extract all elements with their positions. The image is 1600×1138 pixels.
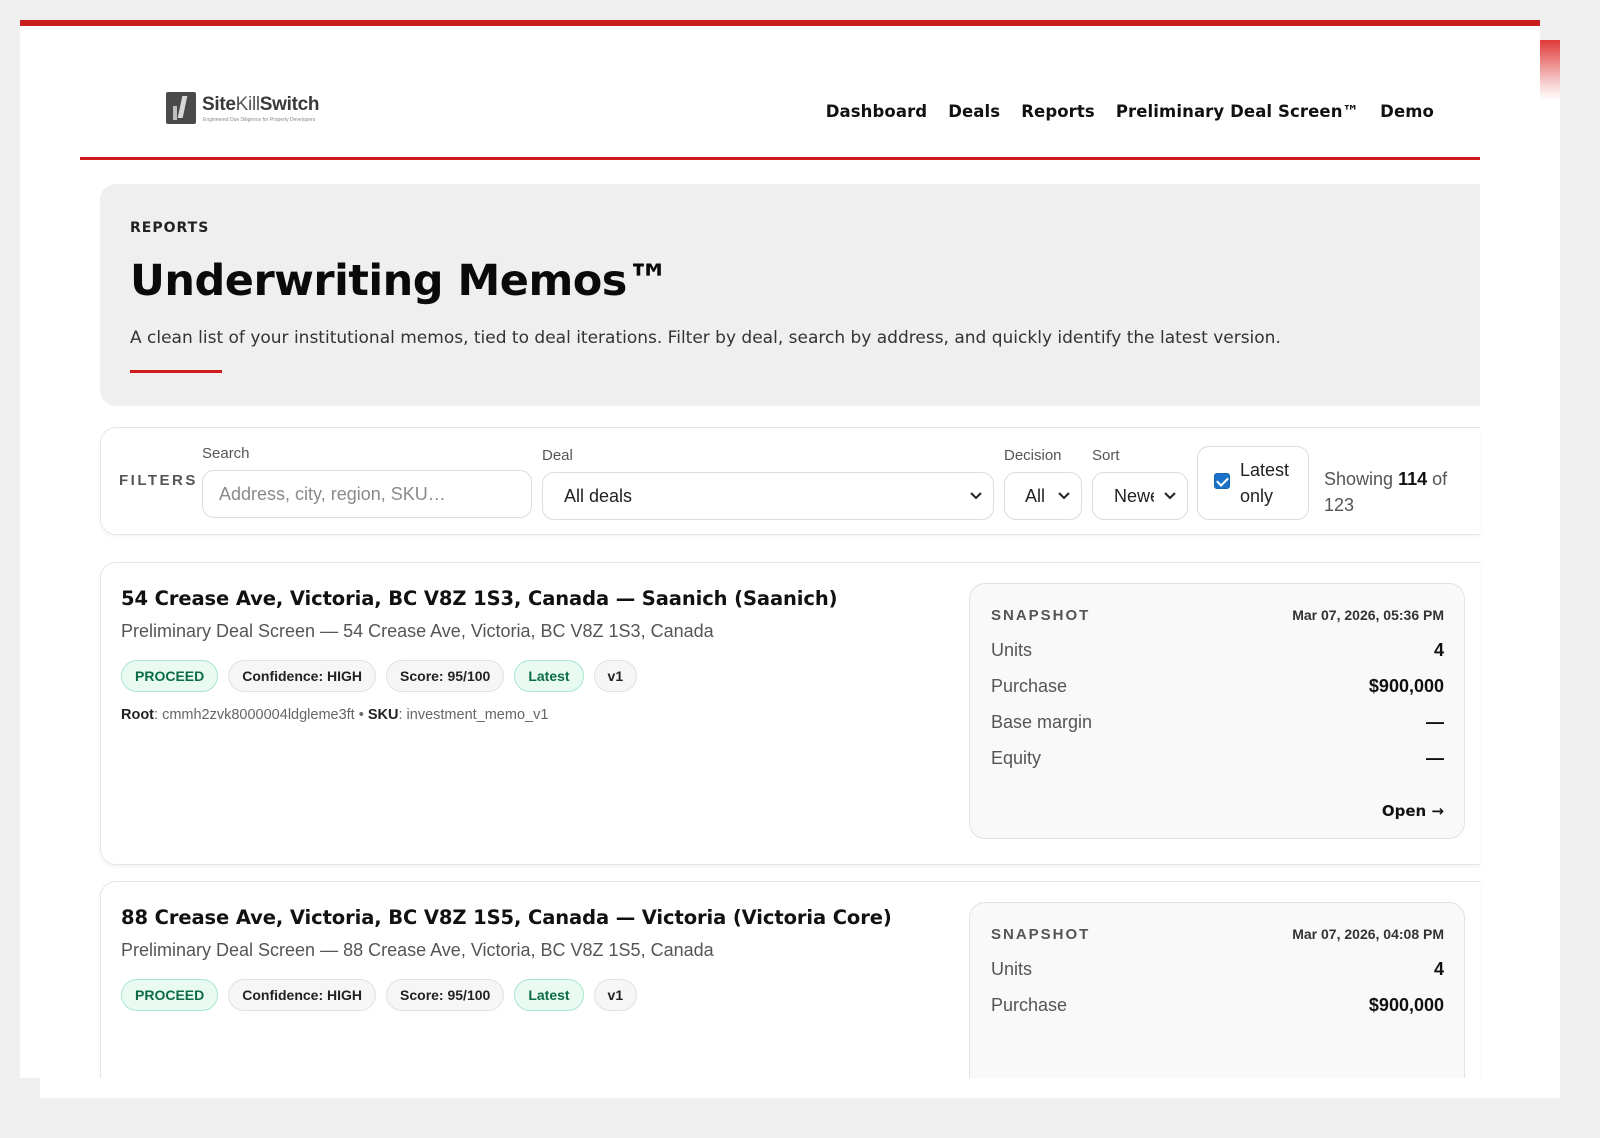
site-header: SiteKillSwitch Engineered Due Diligence … [80,78,1480,160]
nav-dashboard[interactable]: Dashboard [826,102,928,121]
page-title: Underwriting Memos™ [130,256,670,306]
decision-select-value: All [1025,485,1046,506]
nav-preliminary-deal-screen[interactable]: Preliminary Deal Screen™ [1116,102,1359,121]
score-badge: Score: 95/100 [386,979,505,1011]
page-window: SiteKillSwitch Engineered Due Diligence … [20,20,1540,1078]
confidence-badge: Confidence: HIGH [228,979,377,1011]
snapshot-date: Mar 07, 2026, 04:08 PM [1292,926,1444,942]
decision-label: Decision [1004,447,1062,464]
red-tab-decoration [1540,40,1560,100]
version-badge: v1 [593,979,638,1011]
snapshot-row-equity: Equity — [991,748,1444,768]
accent-underline [130,370,222,373]
memo-badges: PROCEED Confidence: HIGH Score: 95/100 L… [121,979,638,1011]
latest-badge: Latest [514,660,584,692]
chevron-down-icon [970,492,982,500]
logo-wordmark: SiteKillSwitch [202,94,320,115]
chevron-down-icon [1164,492,1176,500]
page-description: A clean list of your institutional memos… [130,328,1281,348]
memo-title[interactable]: 54 Crease Ave, Victoria, BC V8Z 1S3, Can… [121,587,838,610]
sort-label: Sort [1092,447,1120,464]
latest-only-toggle[interactable]: Latest only [1197,446,1309,520]
decision-badge: PROCEED [121,979,219,1011]
memo-subtitle: Preliminary Deal Screen — 54 Crease Ave,… [121,621,714,641]
filters-bar: FILTERS Search Address, city, region, SK… [100,427,1480,535]
sort-select[interactable]: Newest [1092,472,1188,520]
snapshot-label: SNAPSHOT [991,607,1091,624]
snapshot-panel: SNAPSHOT Mar 07, 2026, 05:36 PM Units 4 P… [969,583,1465,839]
snapshot-row-units: Units 4 [991,959,1444,979]
nav-demo[interactable]: Demo [1380,102,1434,121]
deal-select[interactable]: All deals [542,472,994,520]
nav-reports[interactable]: Reports [1021,102,1095,121]
snapshot-row-units: Units 4 [991,640,1444,660]
section-eyebrow: REPORTS [130,220,210,236]
memo-title[interactable]: 88 Crease Ave, Victoria, BC V8Z 1S5, Can… [121,906,892,929]
memo-subtitle: Preliminary Deal Screen — 88 Crease Ave,… [121,940,714,960]
open-memo-link[interactable]: Open → [1382,802,1444,820]
snapshot-date: Mar 07, 2026, 05:36 PM [1292,607,1444,623]
snapshot-row-purchase: Purchase $900,000 [991,676,1444,696]
main-nav: Dashboard Deals Reports Preliminary Deal… [826,102,1434,121]
latest-only-checkbox[interactable] [1214,473,1230,489]
deal-select-value: All deals [564,485,633,506]
memo-card: 54 Crease Ave, Victoria, BC V8Z 1S3, Can… [100,562,1480,865]
score-badge: Score: 95/100 [386,660,505,692]
memo-meta: Root: cmmh2zvk8000004ldgleme3ft • SKU: i… [121,707,549,723]
snapshot-panel: SNAPSHOT Mar 07, 2026, 04:08 PM Units 4 P… [969,902,1465,1078]
search-input[interactable]: Address, city, region, SKU… [202,470,532,518]
latest-only-label: Latest only [1240,460,1290,506]
logo-tagline: Engineered Due Diligence for Property De… [203,117,316,123]
memo-card: 88 Crease Ave, Victoria, BC V8Z 1S5, Can… [100,881,1480,1078]
snapshot-label: SNAPSHOT [991,926,1091,943]
page-hero: REPORTS Underwriting Memos™ A clean list… [100,184,1480,406]
deal-label: Deal [542,447,573,464]
logo-icon [166,92,196,124]
snapshot-row-base-margin: Base margin — [991,712,1444,732]
memo-badges: PROCEED Confidence: HIGH Score: 95/100 L… [121,660,638,692]
decision-select[interactable]: All [1004,472,1082,520]
filters-label: FILTERS [119,472,198,489]
version-badge: v1 [593,660,638,692]
nav-deals[interactable]: Deals [948,102,1000,121]
chevron-down-icon [1058,492,1070,500]
sort-select-value: Newest [1114,485,1154,506]
site-logo[interactable]: SiteKillSwitch Engineered Due Diligence … [166,92,320,126]
latest-badge: Latest [514,979,584,1011]
confidence-badge: Confidence: HIGH [228,660,377,692]
decision-badge: PROCEED [121,660,219,692]
snapshot-row-purchase: Purchase $900,000 [991,995,1444,1015]
search-label: Search [202,445,250,462]
results-count: Showing 114 of 123 [1324,469,1448,515]
